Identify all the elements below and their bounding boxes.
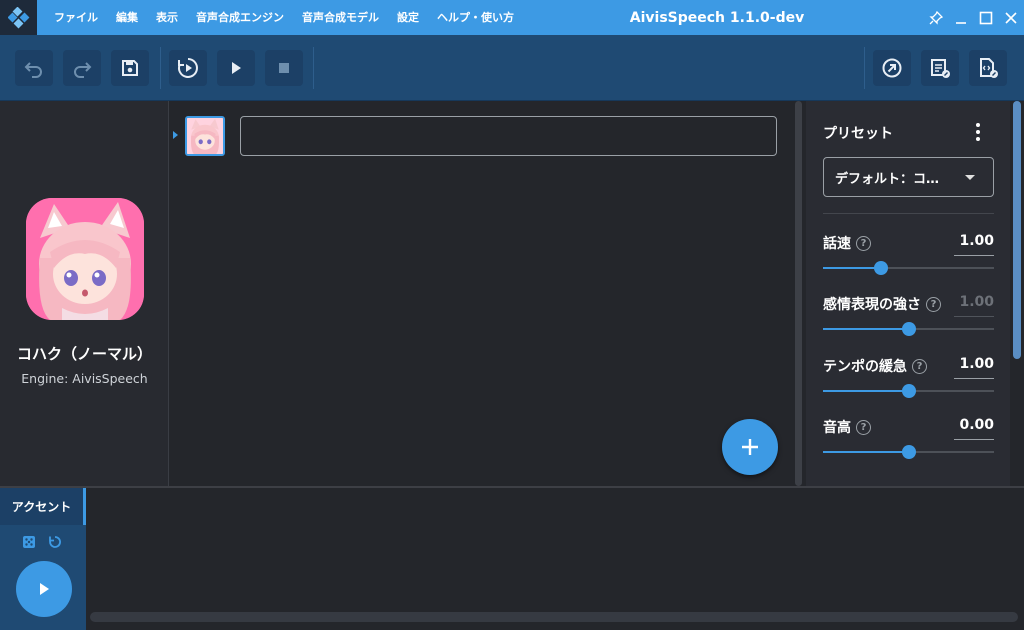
menu-help[interactable]: ヘルプ・使い方 (428, 0, 523, 35)
audio-cell-list (170, 101, 791, 486)
param-label: 話速 (823, 236, 851, 252)
preset-title: プリセット (823, 126, 893, 142)
param-label: テンポの緩急 (823, 359, 907, 375)
save-button[interactable] (111, 50, 149, 86)
accent-editor: アクセント (0, 486, 1024, 630)
editor-scrollbar[interactable] (792, 101, 805, 486)
active-row-indicator-icon (173, 131, 178, 139)
param-value[interactable]: 1.00 (954, 233, 994, 256)
reset-icon[interactable] (48, 535, 62, 549)
play-continuously-icon (178, 58, 198, 78)
add-cell-button[interactable] (722, 419, 778, 475)
dropdown-arrow-icon (965, 175, 975, 180)
window-controls (924, 0, 1024, 35)
menu-file[interactable]: ファイル (45, 0, 107, 35)
character-name: コハク（ノーマル） (16, 345, 152, 363)
maximize-icon[interactable] (974, 0, 998, 35)
pin-icon[interactable] (924, 0, 948, 35)
close-icon[interactable] (999, 0, 1023, 35)
menu-view[interactable]: 表示 (147, 0, 187, 35)
param-label: 感情表現の強さ (823, 297, 921, 313)
preset-panel: プリセット デフォルト：コ… 話速? 1.00 感情表現の強さ? 1.00 テンポの緩急… (806, 101, 1010, 486)
character-portrait[interactable] (26, 198, 144, 320)
export-text-button[interactable] (921, 50, 959, 86)
menu-edit[interactable]: 編集 (107, 0, 147, 35)
param-slider[interactable] (823, 384, 994, 398)
play-icon (40, 583, 49, 595)
param-value[interactable]: 1.00 (954, 294, 994, 317)
cell-character-avatar[interactable] (185, 116, 225, 156)
slider-thumb[interactable] (901, 445, 916, 459)
play-icon (232, 62, 241, 74)
export-file-button[interactable] (969, 50, 1007, 86)
param-speed: 話速? 1.00 (823, 233, 994, 293)
app-logo-icon (0, 0, 37, 35)
param-tempo-dynamics: テンポの緩急? 1.00 (823, 356, 994, 416)
menu-settings[interactable]: 設定 (388, 0, 428, 35)
export-audio-icon (882, 58, 902, 78)
param-slider[interactable] (823, 445, 994, 459)
redo-button[interactable] (63, 50, 101, 86)
param-emotion-strength: 感情表現の強さ? 1.00 (823, 294, 994, 354)
play-button[interactable] (217, 50, 255, 86)
help-icon[interactable]: ? (926, 296, 941, 312)
export-file-icon (980, 58, 998, 78)
undo-button[interactable] (15, 50, 53, 86)
slider-thumb[interactable] (901, 384, 916, 398)
plus-icon (742, 439, 758, 455)
menu-bar: ファイル 編集 表示 音声合成エンジン 音声合成モデル 設定 ヘルプ・使い方 (45, 0, 523, 35)
help-icon[interactable]: ? (856, 419, 871, 435)
slider-thumb[interactable] (874, 261, 889, 275)
help-icon[interactable]: ? (856, 235, 871, 251)
window-title: AivisSpeech 1.1.0-dev (629, 9, 805, 26)
export-text-icon (931, 59, 950, 78)
accent-horizontal-scrollbar[interactable] (90, 612, 1018, 622)
title-bar: ファイル 編集 表示 音声合成エンジン 音声合成モデル 設定 ヘルプ・使い方 A… (0, 0, 1024, 35)
param-value[interactable]: 0.00 (954, 417, 994, 440)
accent-sidebar: アクセント (0, 488, 86, 630)
dice-icon[interactable] (22, 535, 36, 549)
param-value[interactable]: 1.00 (954, 356, 994, 379)
param-slider[interactable] (823, 261, 994, 275)
toolbar (0, 35, 1024, 101)
tab-accent[interactable]: アクセント (0, 488, 86, 525)
accent-play-button[interactable] (16, 561, 72, 617)
help-icon[interactable]: ? (912, 358, 927, 374)
param-pitch: 音高? 0.00 (823, 417, 994, 477)
param-slider[interactable] (823, 322, 994, 336)
preset-scrollbar[interactable] (1010, 101, 1024, 486)
slider-thumb[interactable] (901, 322, 916, 336)
menu-engine[interactable]: 音声合成エンジン (187, 0, 293, 35)
menu-model[interactable]: 音声合成モデル (293, 0, 388, 35)
save-icon (122, 60, 138, 76)
stop-button[interactable] (265, 50, 303, 86)
character-panel: コハク（ノーマル） Engine: AivisSpeech (0, 101, 169, 486)
minimize-icon[interactable] (949, 0, 973, 35)
preset-selected-value: デフォルト：コ… (835, 171, 940, 187)
export-audio-button[interactable] (873, 50, 911, 86)
play-continuously-button[interactable] (169, 50, 207, 86)
character-engine: Engine: AivisSpeech (21, 371, 148, 386)
preset-select[interactable]: デフォルト：コ… (823, 157, 994, 197)
more-vert-icon[interactable] (968, 122, 988, 142)
stop-icon (279, 63, 289, 73)
param-label: 音高 (823, 420, 851, 436)
cell-text-input[interactable] (240, 116, 777, 156)
undo-icon (24, 62, 42, 78)
redo-icon (74, 62, 92, 78)
